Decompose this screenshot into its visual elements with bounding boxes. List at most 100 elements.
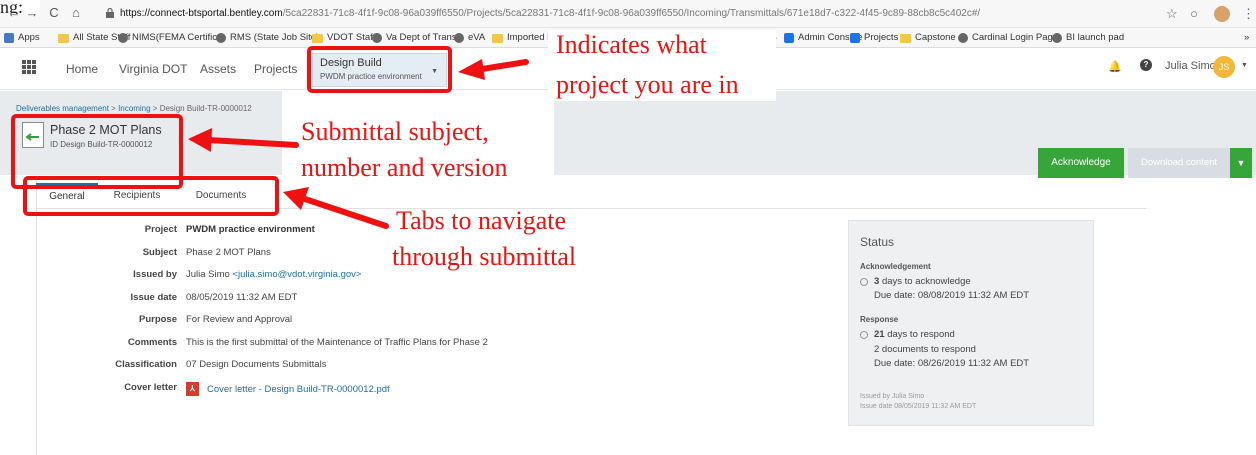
bookmark-label: Projects [864, 32, 899, 43]
globe-icon [958, 33, 968, 43]
status-issue-date: Issue date 08/05/2019 11:32 AM EDT [860, 403, 977, 410]
value-issue-date: 08/05/2019 11:32 AM EDT [186, 292, 298, 303]
help-icon[interactable]: ? [1140, 59, 1152, 71]
bookmark-label: Cardinal Login Page [972, 32, 1059, 43]
bookmark-label: Capstone [915, 32, 956, 43]
issuer-name: Julia Simo [186, 269, 230, 280]
status-ack-heading: Acknowledgement [860, 262, 931, 271]
annotation-fragment: ng: [0, 0, 40, 14]
bookmark-icon [784, 33, 794, 43]
annotation-text-tabs-1: Tabs to navigate [396, 206, 567, 235]
label-cover-letter: Cover letter [124, 382, 177, 393]
reload-icon[interactable]: C [46, 5, 62, 21]
bookmark-icon [4, 33, 14, 43]
breadcrumb-separator: > [152, 104, 158, 113]
breadcrumb-current: Design Build-TR-0000012 [159, 104, 252, 113]
nav-virginia-dot[interactable]: Virginia DOT [119, 62, 187, 76]
lock-icon [106, 8, 114, 18]
nav-assets[interactable]: Assets [200, 62, 236, 76]
bookmark-label: Apps [18, 32, 40, 43]
value-subject: Phase 2 MOT Plans [186, 247, 271, 258]
chevron-down-icon[interactable]: ▼ [1230, 148, 1252, 178]
globe-icon [372, 33, 382, 43]
acknowledge-button[interactable]: Acknowledge [1038, 148, 1124, 178]
status-issued-by: Issued by Julia Simo [860, 393, 925, 400]
avatar[interactable]: JS [1213, 56, 1235, 78]
value-classification: 07 Design Documents Submittals [186, 359, 327, 370]
breadcrumb-incoming[interactable]: Incoming [118, 104, 150, 113]
value-issued-by: Julia Simo <julia.simo@vdot.virginia.gov… [186, 269, 361, 280]
globe-icon [1052, 33, 1062, 43]
label-purpose: Purpose [138, 314, 177, 325]
bookmark-label: eVA [468, 32, 486, 43]
star-icon[interactable]: ☆ [1166, 4, 1178, 24]
pdf-icon: ⅄ [186, 382, 199, 396]
user-name[interactable]: Julia Simo [1165, 60, 1216, 72]
annotation-text-submittal-2: number and version [301, 153, 508, 182]
bell-icon[interactable]: 🔔 [1108, 60, 1122, 73]
status-resp-due: Due date: 08/26/2019 11:32 AM EDT [874, 358, 1030, 369]
bookmark-item[interactable]: Capstone [900, 31, 956, 45]
bookmark-label: Va Dept of Trans [386, 32, 457, 43]
bookmark-item[interactable]: Cardinal Login Page [958, 31, 1058, 45]
globe-icon [454, 33, 464, 43]
bookmark-item[interactable]: VDOT Staff [312, 31, 375, 45]
breadcrumb-separator: > [111, 104, 116, 113]
bookmark-item[interactable]: Apps [4, 31, 40, 45]
folder-icon [312, 33, 323, 43]
status-resp-docs: 2 documents to respond [874, 344, 976, 355]
home-icon[interactable]: ⌂ [68, 5, 84, 21]
nav-home[interactable]: Home [66, 62, 98, 76]
browser-toolbar: ← → C ⌂ https://connect-btsportal.bentle… [0, 0, 1256, 28]
address-bar[interactable]: https://connect-btsportal.bentley.com/5c… [120, 4, 980, 24]
bookmark-label: VDOT Staff [327, 32, 376, 43]
bookmark-item[interactable]: Va Dept of Trans [372, 31, 457, 45]
annotation-box-project [307, 46, 452, 93]
annotation-text-submittal-1: Submittal subject, [301, 117, 489, 146]
breadcrumb-deliverables[interactable]: Deliverables management [16, 104, 109, 113]
bookmark-item[interactable]: eVA [454, 31, 485, 45]
issuer-email-link[interactable]: <julia.simo@vdot.virginia.gov> [232, 269, 361, 280]
annotation-text-project-2: project you are in [556, 70, 739, 99]
folder-icon [58, 33, 69, 43]
nav-projects[interactable]: Projects [254, 62, 297, 76]
status-ack-days: 3 days to acknowledge [874, 276, 971, 287]
extension-icon[interactable]: ○ [1190, 4, 1198, 24]
label-classification: Classification [115, 359, 177, 370]
status-ack-due: Due date: 08/08/2019 11:32 AM EDT [874, 290, 1030, 301]
bookmark-icon [850, 33, 860, 43]
annotation-text-project-1: Indicates what [556, 30, 707, 59]
bookmark-label: RMS (State Job Site) [230, 32, 320, 43]
value-comments: This is the first submittal of the Maint… [186, 337, 488, 348]
profile-icon[interactable] [1214, 6, 1230, 22]
bookmark-item[interactable]: BI launch pad [1052, 31, 1124, 45]
folder-icon [900, 33, 911, 43]
bookmark-item[interactable]: RMS (State Job Site) [216, 31, 319, 45]
label-comments: Comments [127, 337, 177, 348]
status-title: Status [860, 235, 895, 249]
tab-divider [706, 208, 1146, 209]
status-resp-heading: Response [860, 315, 899, 324]
cover-letter-link[interactable]: Cover letter - Design Build-TR-0000012.p… [207, 384, 390, 395]
label-issue-date: Issue date [130, 292, 177, 303]
ack-days-count: 3 [874, 276, 880, 287]
bookmark-item[interactable]: Projects [850, 31, 898, 45]
value-project: PWDM practice environment [186, 224, 315, 235]
globe-icon [118, 33, 128, 43]
download-content-button[interactable]: Download content [1128, 148, 1230, 178]
annotation-text-tabs-2: through submittal [392, 242, 577, 271]
app-switcher-icon[interactable] [22, 60, 36, 74]
label-project: Project [144, 224, 177, 235]
chevron-down-icon[interactable]: ▼ [1241, 62, 1248, 69]
globe-icon [216, 33, 226, 43]
label-issued-by: Issued by [133, 269, 177, 280]
ack-days-text: days to acknowledge [881, 276, 971, 287]
bookmark-item[interactable]: NIMS(FEMA Certific... [118, 31, 225, 45]
menu-icon[interactable]: ⋮ [1242, 4, 1255, 24]
bookmarks-overflow[interactable]: » [1244, 31, 1249, 45]
label-subject: Subject [142, 247, 177, 258]
folder-icon [492, 33, 503, 43]
bookmark-label: BI launch pad [1066, 32, 1125, 43]
status-resp-days: 21 days to respond [874, 329, 955, 340]
resp-days-text: days to respond [887, 329, 955, 340]
